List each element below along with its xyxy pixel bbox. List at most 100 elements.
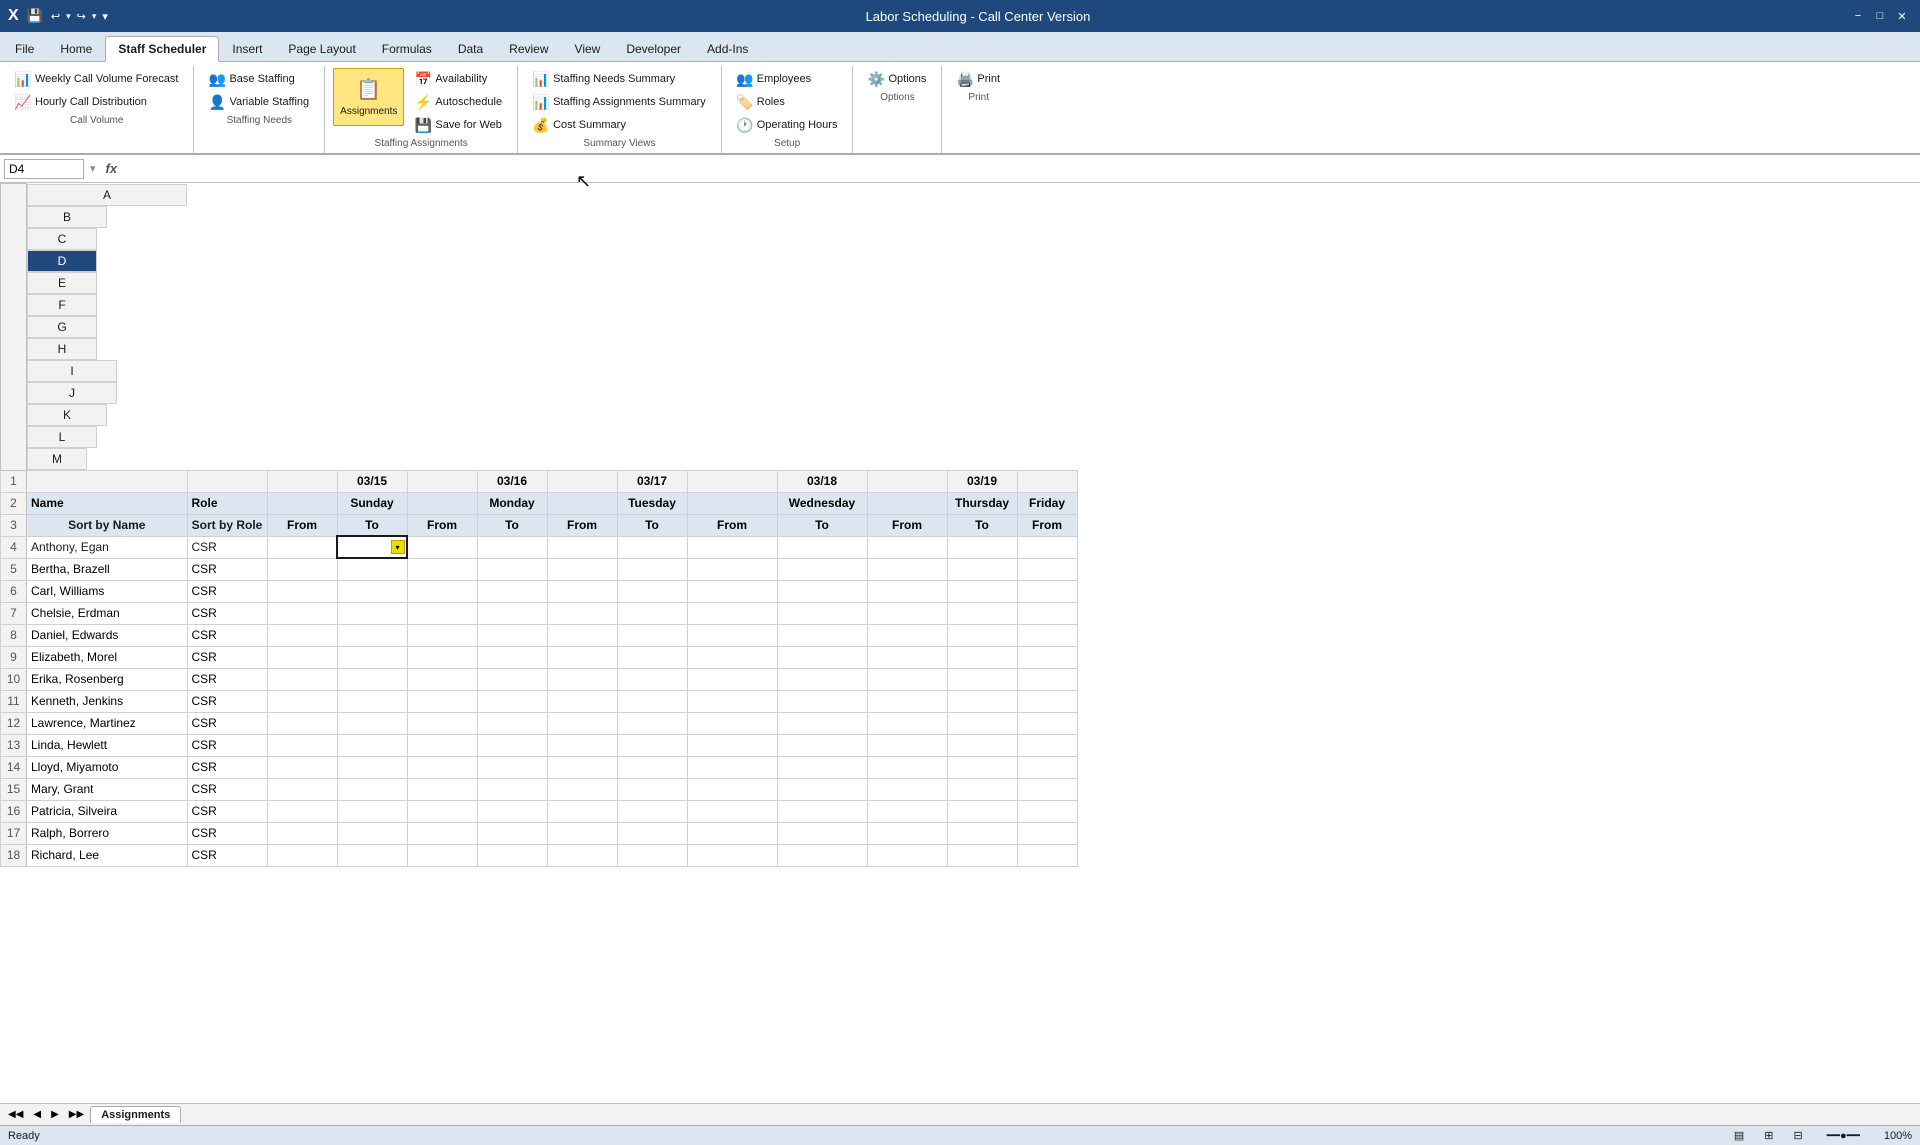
cell-h12[interactable]: [617, 712, 687, 734]
cell-k8[interactable]: [867, 624, 947, 646]
cell-c12[interactable]: [267, 712, 337, 734]
tab-staff-scheduler[interactable]: Staff Scheduler: [105, 36, 219, 62]
sheet-nav-left-one[interactable]: ◀: [29, 1109, 45, 1120]
cell-g10[interactable]: [547, 668, 617, 690]
cell-h9[interactable]: [617, 646, 687, 668]
cell-c13[interactable]: [267, 734, 337, 756]
cell-k7[interactable]: [867, 602, 947, 624]
cell-j12[interactable]: [777, 712, 867, 734]
btn-employees[interactable]: 👥 Employees: [730, 68, 845, 90]
cell-e12[interactable]: [407, 712, 477, 734]
cell-a8[interactable]: Daniel, Edwards: [27, 624, 188, 646]
cell-l4[interactable]: [947, 536, 1017, 558]
cell-k5[interactable]: [867, 558, 947, 580]
cell-f2[interactable]: Monday: [477, 492, 547, 514]
close-btn[interactable]: ✕: [1892, 6, 1912, 26]
cell-i2[interactable]: [687, 492, 777, 514]
cell-e5[interactable]: [407, 558, 477, 580]
cell-a16[interactable]: Patricia, Silveira: [27, 800, 188, 822]
cell-i17[interactable]: [687, 822, 777, 844]
col-header-g[interactable]: G: [27, 316, 97, 338]
cell-d18[interactable]: [337, 844, 407, 866]
cell-i1[interactable]: [687, 470, 777, 492]
cell-a17[interactable]: Ralph, Borrero: [27, 822, 188, 844]
col-header-b[interactable]: B: [27, 206, 107, 228]
cell-f14[interactable]: [477, 756, 547, 778]
cell-j2[interactable]: Wednesday: [777, 492, 867, 514]
cell-m15[interactable]: [1017, 778, 1077, 800]
cell-j6[interactable]: [777, 580, 867, 602]
cell-e4[interactable]: [407, 536, 477, 558]
cell-d1[interactable]: 03/15: [337, 470, 407, 492]
cell-j15[interactable]: [777, 778, 867, 800]
cell-f3[interactable]: To: [477, 514, 547, 536]
tab-review[interactable]: Review: [496, 35, 561, 61]
cell-h4[interactable]: [617, 536, 687, 558]
cell-j13[interactable]: [777, 734, 867, 756]
cell-g11[interactable]: [547, 690, 617, 712]
dropdown-arrow[interactable]: ▾: [391, 540, 405, 554]
row-num-3[interactable]: 3: [1, 514, 27, 536]
cell-f15[interactable]: [477, 778, 547, 800]
grid-container[interactable]: A B C D E F G H I J K L M 1: [0, 183, 1920, 1103]
cell-l9[interactable]: [947, 646, 1017, 668]
col-header-d[interactable]: D: [27, 250, 97, 272]
cell-h6[interactable]: [617, 580, 687, 602]
btn-roles[interactable]: 🏷️ Roles: [730, 91, 845, 113]
cell-c7[interactable]: [267, 602, 337, 624]
cell-f4[interactable]: [477, 536, 547, 558]
cell-l2[interactable]: Thursday: [947, 492, 1017, 514]
row-num-5[interactable]: 5: [1, 558, 27, 580]
cell-a6[interactable]: Carl, Williams: [27, 580, 188, 602]
save-icon[interactable]: 💾: [25, 8, 45, 24]
cell-c5[interactable]: [267, 558, 337, 580]
cell-d5[interactable]: [337, 558, 407, 580]
col-header-f[interactable]: F: [27, 294, 97, 316]
view-layout[interactable]: ⊞: [1764, 1129, 1773, 1142]
cell-m2[interactable]: Friday: [1017, 492, 1077, 514]
cell-h3[interactable]: To: [617, 514, 687, 536]
cell-a12[interactable]: Lawrence, Martinez: [27, 712, 188, 734]
btn-staffing-needs-summary[interactable]: 📊 Staffing Needs Summary: [526, 68, 713, 90]
btn-operating-hours[interactable]: 🕐 Operating Hours: [730, 114, 845, 136]
cell-e17[interactable]: [407, 822, 477, 844]
cell-d2[interactable]: Sunday: [337, 492, 407, 514]
cell-i14[interactable]: [687, 756, 777, 778]
cell-k6[interactable]: [867, 580, 947, 602]
cell-c8[interactable]: [267, 624, 337, 646]
row-num-12[interactable]: 12: [1, 712, 27, 734]
cell-a3[interactable]: Sort by Name: [27, 514, 188, 536]
cell-i8[interactable]: [687, 624, 777, 646]
cell-f10[interactable]: [477, 668, 547, 690]
formula-input[interactable]: [125, 159, 1916, 179]
cell-g18[interactable]: [547, 844, 617, 866]
cell-k18[interactable]: [867, 844, 947, 866]
cell-c11[interactable]: [267, 690, 337, 712]
row-num-1[interactable]: 1: [1, 470, 27, 492]
cell-e18[interactable]: [407, 844, 477, 866]
cell-e15[interactable]: [407, 778, 477, 800]
cell-e1[interactable]: [407, 470, 477, 492]
cell-c6[interactable]: [267, 580, 337, 602]
cell-i10[interactable]: [687, 668, 777, 690]
cell-i13[interactable]: [687, 734, 777, 756]
row-num-2[interactable]: 2: [1, 492, 27, 514]
cell-d14[interactable]: [337, 756, 407, 778]
view-break[interactable]: ⊟: [1794, 1129, 1803, 1142]
col-header-l[interactable]: L: [27, 426, 97, 448]
cell-l5[interactable]: [947, 558, 1017, 580]
cell-f6[interactable]: [477, 580, 547, 602]
cell-h10[interactable]: [617, 668, 687, 690]
cell-a7[interactable]: Chelsie, Erdman: [27, 602, 188, 624]
cell-d13[interactable]: [337, 734, 407, 756]
cell-f12[interactable]: [477, 712, 547, 734]
cell-e6[interactable]: [407, 580, 477, 602]
cell-b15[interactable]: CSR: [187, 778, 267, 800]
cell-h11[interactable]: [617, 690, 687, 712]
cell-reference-input[interactable]: [4, 159, 84, 179]
cell-h1[interactable]: 03/17: [617, 470, 687, 492]
cell-d6[interactable]: [337, 580, 407, 602]
cell-e10[interactable]: [407, 668, 477, 690]
cell-k11[interactable]: [867, 690, 947, 712]
cell-m3[interactable]: From: [1017, 514, 1077, 536]
